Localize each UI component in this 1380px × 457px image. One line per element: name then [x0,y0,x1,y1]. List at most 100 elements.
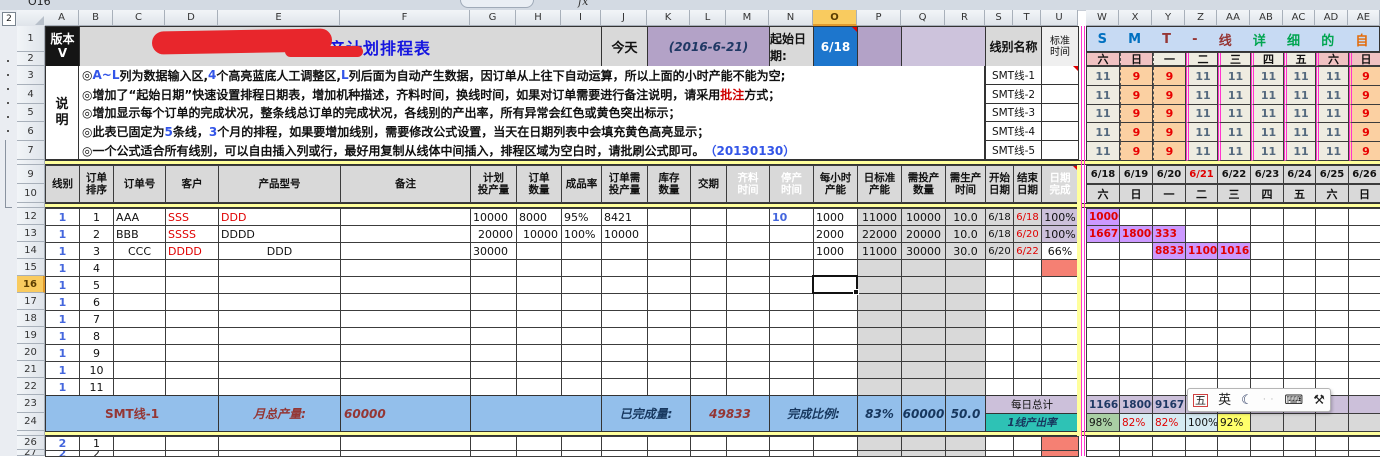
cell[interactable] [1284,437,1316,451]
cell[interactable] [858,260,902,277]
cell[interactable]: 7 [80,311,114,328]
cell[interactable] [471,437,517,451]
cell[interactable]: 11 [1218,142,1251,161]
ratio-value[interactable]: 83% [858,396,902,432]
cell[interactable]: 11 [1186,123,1218,142]
cell[interactable] [727,345,770,362]
cell[interactable] [341,345,471,362]
cell[interactable] [770,451,814,457]
cell[interactable]: 日 [1349,53,1380,66]
cell[interactable] [986,437,1014,451]
cell[interactable] [858,362,902,379]
cell[interactable]: 客户 [166,166,219,203]
start-date-value-cell[interactable]: 6/18 [814,27,858,67]
cell[interactable]: 9 [1349,67,1380,86]
cell[interactable] [1316,362,1349,379]
cell[interactable]: 产品型号 [219,166,341,203]
cell[interactable] [1120,294,1153,311]
title-cell[interactable]: 生产计划排程表 [80,27,602,67]
cell[interactable]: 21 [17,361,45,378]
cell[interactable]: 11 [1251,123,1284,142]
cell[interactable]: 成品率 [562,166,602,203]
cell[interactable] [986,451,1014,457]
cell[interactable]: AA [1217,10,1250,26]
cell[interactable] [1120,345,1153,362]
cell[interactable]: 11 [1251,142,1284,161]
cell[interactable] [648,243,691,260]
cell[interactable] [471,362,517,379]
cell[interactable] [1316,437,1349,451]
done-label[interactable]: 已完成量: [602,396,691,432]
ime-tools-icon[interactable]: ⚒ [1313,394,1325,407]
cell[interactable]: W [1086,10,1119,26]
cell[interactable]: 1 [17,26,45,52]
cell[interactable] [770,226,814,243]
cell[interactable] [814,328,858,345]
cell[interactable]: 20000 [902,226,946,243]
cell[interactable] [1284,362,1316,379]
cell[interactable]: 11 [1251,86,1284,105]
cell[interactable] [1349,345,1380,362]
cell[interactable]: H [516,10,561,26]
cell[interactable] [219,328,341,345]
outline-level-button[interactable]: 2 [2,12,16,26]
cell[interactable] [1014,362,1042,379]
cell[interactable] [602,294,648,311]
cell[interactable] [648,226,691,243]
cell[interactable]: 11 [1087,67,1120,86]
cell[interactable]: 库存 数量 [648,166,691,203]
cell[interactable]: 四 [1251,53,1284,66]
cell[interactable] [341,379,471,396]
cell[interactable] [1349,379,1380,396]
cell[interactable]: 齐料 时间 [727,166,770,203]
cell[interactable] [1316,294,1349,311]
cell[interactable] [517,379,562,396]
cell[interactable] [219,362,341,379]
cell[interactable] [602,345,648,362]
cell[interactable] [1087,451,1120,457]
cell[interactable]: 24 [17,413,45,431]
cell[interactable] [1316,226,1349,243]
cell[interactable] [1316,260,1349,277]
cell[interactable] [946,437,986,451]
cell[interactable] [114,294,166,311]
cell[interactable] [902,311,946,328]
cell[interactable] [471,451,517,457]
cell[interactable] [166,328,219,345]
cell[interactable]: U [1041,10,1078,26]
cell[interactable]: 1 [46,362,80,379]
cell[interactable]: 1 [46,294,80,311]
cell[interactable] [946,451,986,457]
cell[interactable] [1284,294,1316,311]
cell[interactable]: 每小时 产能 [814,166,858,203]
cell[interactable]: 日 [1349,185,1380,203]
cell[interactable]: 7 [17,141,45,160]
cell[interactable] [114,362,166,379]
cell[interactable]: 1 [46,345,80,362]
cell[interactable]: DDD [219,209,341,226]
cell[interactable] [902,451,946,457]
toolbar-button[interactable] [460,0,534,8]
cell[interactable]: 开始 日期 [986,166,1014,203]
cell[interactable] [602,260,648,277]
cell[interactable]: 3 [17,66,45,85]
cell[interactable]: L [690,10,726,26]
cell[interactable]: 11667 [1087,396,1120,414]
cell[interactable]: 9 [1349,86,1380,105]
cell[interactable] [858,328,902,345]
cell[interactable] [1186,260,1218,277]
cell[interactable]: 11 [1284,123,1316,142]
cell[interactable]: 9167 [1153,396,1186,414]
cell[interactable] [166,260,219,277]
cell[interactable]: 5 [17,104,45,122]
cell[interactable] [341,226,471,243]
cell[interactable] [219,294,341,311]
summary-line-name[interactable]: SMT线-1 [46,396,219,432]
cell[interactable]: 11 [1042,66,1079,85]
cell[interactable]: AB [1250,10,1283,26]
cell[interactable] [114,437,166,451]
cell[interactable]: 11 [1316,105,1349,123]
cell[interactable] [648,362,691,379]
cell[interactable]: 备注 [341,166,471,203]
cell[interactable]: 1 [46,226,80,243]
